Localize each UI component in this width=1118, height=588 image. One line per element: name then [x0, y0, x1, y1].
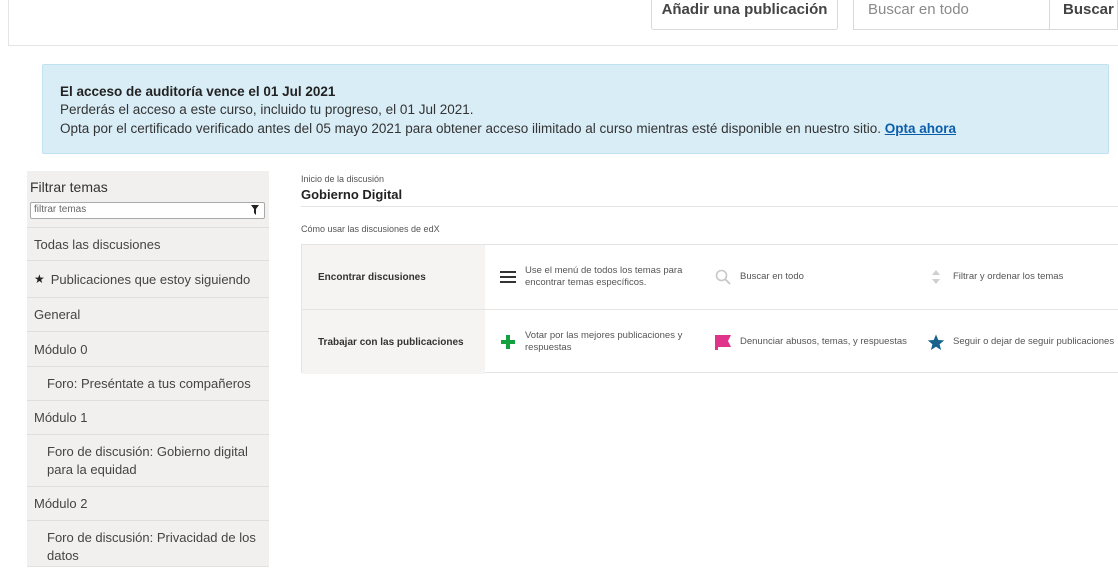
alert-line-2-text: Opta por el certificado verificado antes… — [60, 121, 881, 136]
sidebar-item-label: Módulo 2 — [34, 496, 88, 511]
divider — [8, 45, 1118, 46]
guide-row-label: Trabajar con las publicaciones — [302, 310, 485, 374]
guide-row-posts: Trabajar con las publicaciones Votar por… — [302, 309, 1118, 374]
sidebar-item-all[interactable]: Todas las discusiones — [27, 227, 269, 260]
topics-list: Todas las discusiones ★ Publicaciones qu… — [27, 227, 269, 573]
guide-cell-text: Denunciar abusos, temas, y respuestas — [740, 336, 907, 347]
sidebar-heading: Filtrar temas — [30, 179, 108, 195]
guide-cell-report: Denunciar abusos, temas, y respuestas — [714, 310, 914, 374]
page-title: Gobierno Digital — [301, 187, 403, 202]
sidebar-item-forum-gov-digital[interactable]: Foro de discusión: Gobierno digital para… — [27, 434, 269, 486]
star-icon — [927, 333, 945, 351]
star-icon: ★ — [34, 272, 45, 286]
alert-title: El acceso de auditoría vence el 01 Jul 2… — [60, 84, 336, 99]
filter-icon — [251, 205, 259, 215]
guide-cell-text: Filtrar y ordenar los temas — [953, 271, 1064, 282]
sidebar-item-label: Módulo 0 — [34, 341, 88, 357]
guide-cell-sort: Filtrar y ordenar los temas — [927, 245, 1117, 309]
sidebar-item-label: Todas las discusiones — [34, 236, 161, 252]
guide-cell-menu: Use el menú de todos los temas para enco… — [499, 245, 699, 309]
sidebar-item-module-1[interactable]: Módulo 1 — [27, 400, 269, 434]
sidebar-item-module-0[interactable]: Módulo 0 — [27, 331, 269, 366]
divider — [301, 206, 1118, 207]
upgrade-link[interactable]: Opta ahora — [885, 121, 956, 136]
flag-icon — [714, 333, 732, 351]
sidebar-item-label: Módulo 1 — [34, 410, 88, 425]
add-post-button[interactable]: Añadir una publicación — [651, 0, 838, 30]
alert-line-1: Perderás el acceso a este curso, incluid… — [60, 102, 474, 117]
sidebar-item-label: Foro: Preséntate a tus compañeros — [47, 375, 251, 391]
guide-row-label: Encontrar discusiones — [302, 245, 485, 309]
howto-heading: Cómo usar las discusiones de edX — [301, 224, 440, 234]
sidebar-item-label: Foro de discusión: Privacidad de los dat… — [47, 530, 256, 563]
top-bar: Añadir una publicación Buscar en todo Bu… — [0, 0, 1118, 46]
guide-cell-follow: Seguir o dejar de seguir publicaciones — [927, 310, 1117, 374]
guide-cell-text: Buscar en todo — [740, 271, 804, 282]
guide-cell-text: Votar por las mejores publicaciones y re… — [525, 330, 683, 353]
sidebar-item-general[interactable]: General — [27, 297, 269, 331]
breadcrumb[interactable]: Inicio de la discusión — [301, 174, 384, 184]
sidebar-item-module-2[interactable]: Módulo 2 — [27, 486, 269, 520]
guide-cell-search: Buscar en todo — [714, 245, 914, 309]
sidebar-item-forum-privacy[interactable]: Foro de discusión: Privacidad de los dat… — [27, 520, 269, 573]
search-button[interactable]: Buscar — [1049, 0, 1118, 30]
left-border — [8, 0, 9, 46]
sidebar-item-label: General — [34, 307, 81, 322]
sidebar-item-label: Publicaciones que estoy siguiendo — [50, 271, 251, 287]
alert-line-2: Opta por el certificado verificado antes… — [60, 119, 1108, 138]
sidebar-item-label: Foro de discusión: Gobierno digital para… — [47, 443, 248, 477]
topics-sidebar: Filtrar temas filtrar temas Todas las di… — [27, 171, 269, 567]
sort-icon — [927, 268, 945, 286]
sidebar-item-following[interactable]: ★ Publicaciones que estoy siguiendo — [27, 260, 269, 297]
guide-cell-text: Seguir o dejar de seguir publicaciones — [953, 336, 1115, 347]
audit-access-alert: El acceso de auditoría vence el 01 Jul 2… — [42, 64, 1109, 154]
search-icon — [714, 268, 732, 286]
menu-icon — [499, 268, 517, 286]
guide-cell-text: Use el menú de todos los temas para enco… — [525, 265, 683, 288]
help-guide-table: Encontrar discusiones Use el menú de tod… — [301, 244, 1118, 374]
filter-placeholder: filtrar temas — [34, 204, 87, 215]
search-input[interactable]: Buscar en todo — [853, 0, 1049, 30]
guide-row-find: Encontrar discusiones Use el menú de tod… — [302, 245, 1118, 309]
filter-topics-input[interactable]: filtrar temas — [30, 202, 265, 219]
plus-icon — [499, 333, 517, 351]
sidebar-item-forum-intro[interactable]: Foro: Preséntate a tus compañeros — [27, 366, 269, 400]
guide-cell-vote: Votar por las mejores publicaciones y re… — [499, 310, 699, 374]
